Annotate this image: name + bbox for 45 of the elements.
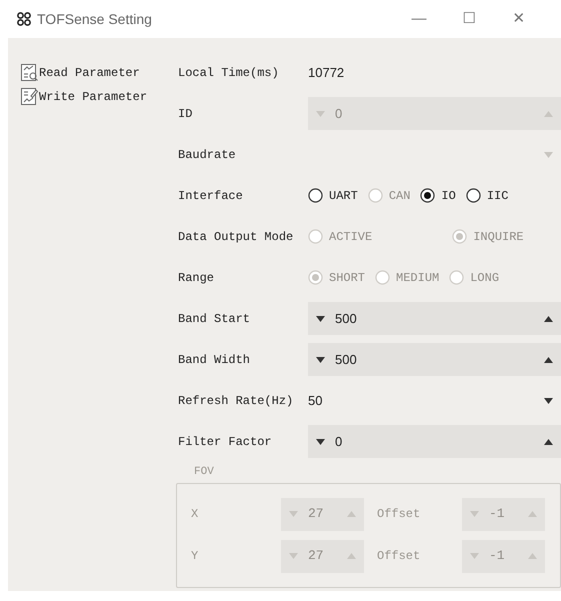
dropdown-arrow-icon[interactable] [544, 398, 553, 404]
decrement-arrow-icon[interactable] [316, 438, 325, 444]
radio-button[interactable] [420, 188, 436, 203]
window-title: TOFSense Setting [37, 10, 152, 29]
sidebar-button[interactable]: Write Parameter [21, 88, 178, 106]
radio-label: ACTIVE [329, 228, 372, 246]
radio-button[interactable] [308, 188, 323, 203]
dropdown[interactable]: 50 [308, 386, 561, 416]
radio-label: LONG [470, 270, 500, 286]
radio-label: CAN [388, 188, 410, 204]
radio-label: IO [441, 188, 456, 204]
increment-arrow-icon[interactable] [544, 438, 553, 444]
value-text: 10772 [308, 64, 344, 82]
field-label: Band Width [178, 352, 252, 368]
decrement-arrow-icon[interactable] [316, 356, 325, 362]
field-label: Interface [178, 188, 244, 204]
radio-label: IIC [486, 188, 508, 204]
field-label: Local Time(ms) [178, 64, 280, 82]
group-title: FOV [194, 465, 215, 480]
field-label: Filter Factor [178, 434, 273, 450]
axis-label: X [191, 506, 200, 523]
decrement-arrow-icon[interactable] [316, 316, 325, 322]
app-logo-icon [17, 12, 31, 26]
field-label: Baudrate [178, 146, 237, 164]
increment-arrow-icon[interactable] [544, 316, 553, 322]
radio-label: INQUIRE [473, 228, 524, 246]
radio-button[interactable] [466, 188, 481, 203]
chart-pencil-icon [21, 88, 38, 106]
radio-label: UART [329, 188, 358, 204]
chart-magnifier-icon [21, 64, 38, 82]
field-label: Band Start [178, 310, 252, 328]
spin-box[interactable]: 500 [308, 343, 561, 376]
offset-label: Offset [377, 506, 422, 523]
field-label: Data Output Mode [178, 228, 294, 246]
field-label: Range [178, 270, 216, 286]
offset-label: Offset [377, 548, 422, 565]
radio-label: MEDIUM [396, 270, 440, 286]
spin-box[interactable]: 500 [308, 302, 561, 335]
radio-label: SHORT [329, 270, 366, 286]
increment-arrow-icon[interactable] [544, 356, 553, 362]
spin-box[interactable]: 0 [308, 425, 561, 458]
sidebar-button[interactable]: Read Parameter [21, 64, 178, 82]
axis-label: Y [191, 548, 200, 565]
field-label: ID [178, 106, 194, 122]
field-label: Refresh Rate(Hz) [178, 392, 294, 410]
